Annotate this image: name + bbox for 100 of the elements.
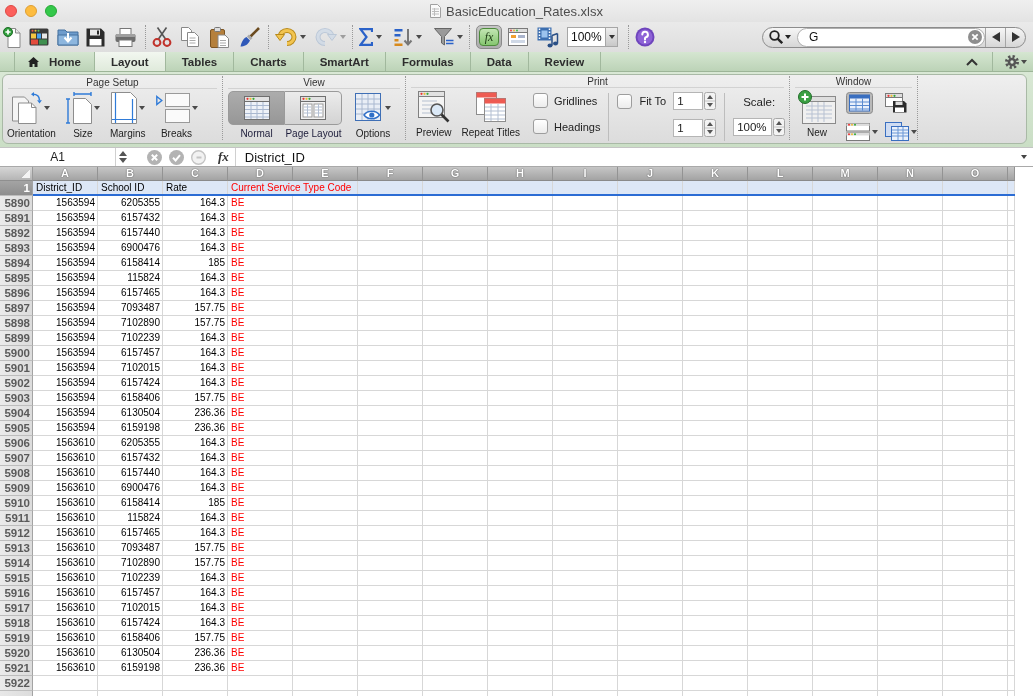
preview-button[interactable]: Preview — [413, 90, 455, 139]
checkbox[interactable] — [617, 93, 633, 109]
formula-field[interactable]: District_ID — [234, 148, 1015, 166]
checkbox-label[interactable]: Headings — [553, 120, 601, 133]
caret-icon[interactable] — [608, 35, 615, 39]
chevron-up-icon[interactable] — [966, 57, 978, 66]
margins-button[interactable]: Margins — [106, 91, 149, 140]
folder-arrow-icon[interactable] — [57, 28, 79, 46]
ribbon-tab[interactable]: Formulas — [385, 52, 471, 71]
row-header[interactable]: 5897 — [0, 301, 33, 316]
row-header[interactable]: 5894 — [0, 256, 33, 271]
row-header[interactable]: 5917 — [0, 601, 33, 616]
save-icon[interactable] — [86, 27, 105, 47]
stepper-icon[interactable] — [704, 119, 717, 137]
search-icon[interactable] — [769, 30, 783, 44]
view-mode-button[interactable]: Normal — [228, 91, 285, 140]
caret-icon[interactable] — [93, 106, 100, 110]
caret-icon[interactable] — [416, 35, 422, 39]
caret-icon[interactable] — [911, 129, 917, 134]
view-mode-button[interactable]: Page Layout — [285, 91, 342, 140]
check-icon[interactable] — [169, 149, 184, 165]
printer-icon[interactable] — [115, 27, 136, 47]
close-button[interactable] — [5, 5, 17, 17]
caret-icon[interactable] — [138, 106, 145, 110]
checkbox[interactable] — [532, 93, 548, 108]
formula-builder-button[interactable]: fx — [476, 25, 502, 49]
size-button[interactable]: Size — [62, 91, 103, 140]
caret-icon[interactable] — [385, 106, 391, 110]
stepper-icon[interactable] — [119, 151, 127, 163]
caret-icon[interactable] — [376, 35, 382, 39]
row-header[interactable]: 1 — [0, 181, 33, 196]
select-all-button[interactable] — [0, 167, 33, 181]
number-field[interactable]: 1 — [673, 119, 704, 137]
row-header[interactable]: 5918 — [0, 616, 33, 631]
breaks-button[interactable]: Breaks — [152, 91, 201, 140]
clipboard-icon[interactable] — [210, 26, 229, 48]
copy-icon[interactable] — [181, 27, 199, 47]
row-header[interactable]: 5896 — [0, 286, 33, 301]
zoom-dropdown-button[interactable] — [605, 27, 618, 47]
row-header[interactable]: 5919 — [0, 631, 33, 646]
row-header[interactable]: 5908 — [0, 466, 33, 481]
row-header[interactable]: 5915 — [0, 571, 33, 586]
row-header[interactable]: 5905 — [0, 421, 33, 436]
row-header[interactable]: 5900 — [0, 346, 33, 361]
tiles-window-icon[interactable] — [29, 28, 49, 46]
caret-icon[interactable] — [872, 130, 878, 134]
ribbon-tab[interactable]: Layout — [94, 52, 166, 71]
row-header[interactable]: 5907 — [0, 451, 33, 466]
row-header[interactable]: 5906 — [0, 436, 33, 451]
caret-icon[interactable] — [1021, 155, 1027, 159]
row-header[interactable]: 5899 — [0, 331, 33, 346]
film-music-icon[interactable] — [537, 26, 559, 48]
ribbon-tab[interactable]: Home — [14, 52, 95, 71]
ribbon-tab[interactable]: Review — [528, 52, 602, 71]
gear-icon[interactable] — [1005, 54, 1019, 69]
options-button[interactable]: Options — [352, 91, 394, 140]
row-header[interactable]: 5904 — [0, 406, 33, 421]
insert-function-button[interactable]: fx — [215, 149, 232, 165]
checkbox-label[interactable]: Gridlines — [553, 94, 598, 107]
search-field[interactable]: G — [797, 27, 985, 47]
paintbrush-icon[interactable] — [240, 27, 260, 47]
row-header[interactable]: 5921 — [0, 661, 33, 676]
number-field[interactable]: 1 — [673, 92, 704, 110]
left-triangle-icon[interactable] — [991, 32, 1000, 42]
row-header[interactable]: 5890 — [0, 196, 33, 211]
row-header[interactable]: 5922 — [0, 676, 33, 691]
new-document-icon[interactable] — [3, 26, 21, 48]
zoom-field[interactable]: 100% — [567, 27, 605, 47]
funnel-icon[interactable] — [434, 28, 454, 46]
new-window-button[interactable]: New — [795, 90, 839, 139]
caret-icon[interactable] — [191, 106, 198, 110]
orientation-button[interactable]: Orientation — [4, 91, 59, 140]
row-header[interactable]: 5901 — [0, 361, 33, 376]
row-header[interactable]: 5913 — [0, 541, 33, 556]
help-icon[interactable] — [635, 27, 655, 47]
row-header[interactable]: 5893 — [0, 241, 33, 256]
row-header[interactable]: 5891 — [0, 211, 33, 226]
stepper-icon[interactable] — [773, 118, 786, 136]
row-header[interactable]: 5909 — [0, 481, 33, 496]
row-header[interactable]: 5912 — [0, 526, 33, 541]
row-header[interactable]: 5892 — [0, 226, 33, 241]
sort-icon[interactable] — [394, 27, 413, 47]
caret-icon[interactable] — [300, 35, 306, 39]
ribbon-tab[interactable]: Tables — [165, 52, 235, 71]
caret-icon[interactable] — [457, 35, 463, 39]
sigma-icon[interactable] — [359, 28, 373, 46]
right-triangle-icon[interactable] — [1011, 32, 1020, 42]
row-header[interactable]: 5910 — [0, 496, 33, 511]
caret-icon[interactable] — [44, 106, 51, 110]
caret-icon[interactable] — [1021, 59, 1027, 64]
repeat-titles-button[interactable]: Repeat Titles — [458, 90, 523, 139]
number-field[interactable]: 100% — [733, 118, 773, 136]
window-icon[interactable] — [508, 28, 528, 46]
ribbon-tab[interactable]: SmartArt — [303, 52, 386, 71]
row-header[interactable]: 5902 — [0, 376, 33, 391]
checkbox[interactable] — [532, 119, 548, 134]
row-header[interactable]: 5920 — [0, 646, 33, 661]
caret-icon[interactable] — [785, 35, 791, 39]
clear-icon[interactable] — [968, 30, 982, 44]
scissors-icon[interactable] — [152, 27, 172, 47]
